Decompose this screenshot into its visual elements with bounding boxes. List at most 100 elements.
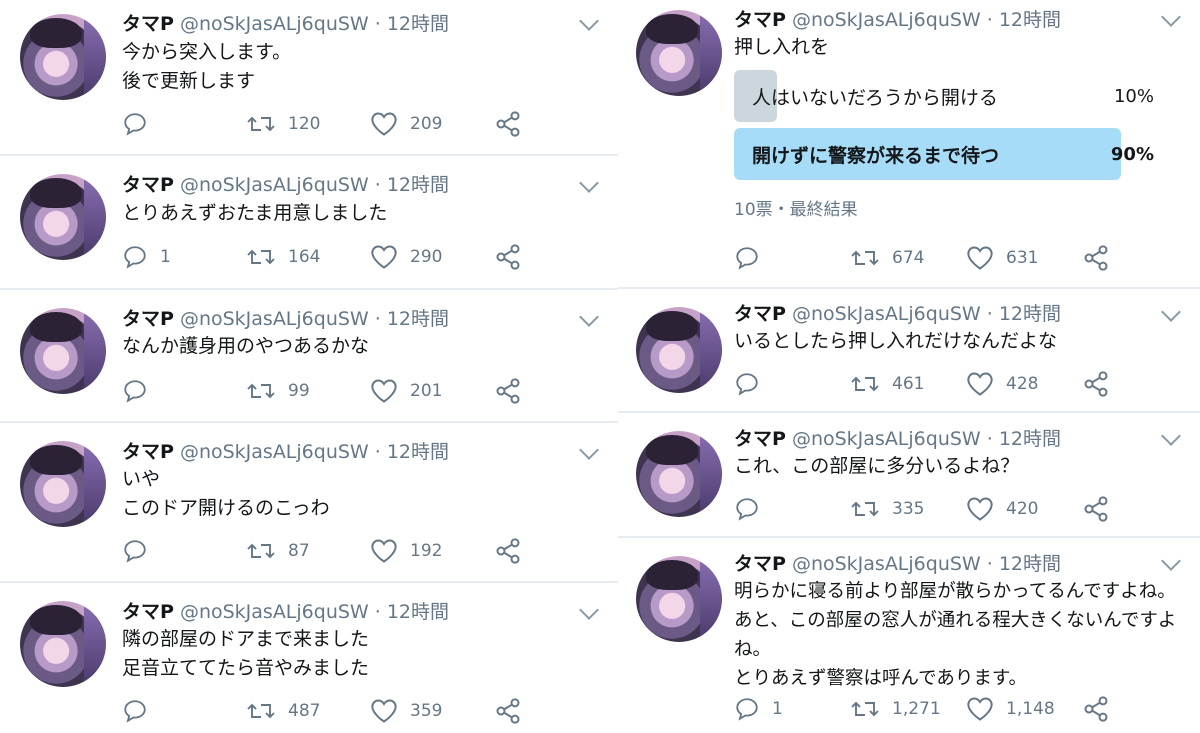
user-handle[interactable]: @noSkJasALj6quSW · 12時間	[792, 303, 1061, 325]
like-button[interactable]: 359	[370, 696, 442, 726]
avatar[interactable]	[20, 601, 106, 687]
user-handle[interactable]: @noSkJasALj6quSW · 12時間	[180, 441, 449, 463]
poll-option[interactable]: 人はいないだろうから開ける 10%	[734, 70, 1164, 122]
avatar[interactable]	[636, 431, 722, 517]
like-button[interactable]: 192	[370, 536, 442, 566]
user-handle[interactable]: @noSkJasALj6quSW · 12時間	[180, 13, 449, 35]
share-button[interactable]	[1082, 243, 1110, 273]
like-button[interactable]: 290	[370, 242, 442, 272]
tweet[interactable]: タマP @noSkJasALj6quSW · 12時間 これ、この部屋に多分いるよ…	[618, 413, 1200, 538]
user-handle[interactable]: @noSkJasALj6quSW · 12時間	[792, 428, 1061, 450]
reply-icon	[734, 496, 760, 522]
share-button[interactable]	[494, 242, 522, 272]
retweet-button[interactable]: 335	[850, 494, 924, 524]
reply-button[interactable]: 1	[122, 242, 171, 272]
heart-icon	[966, 245, 994, 271]
chevron-down-icon[interactable]	[1161, 551, 1181, 571]
tweet-actions: 674 631	[734, 243, 1154, 273]
tweet-text: とりあえずおたま用意しました	[122, 202, 388, 224]
share-button[interactable]	[494, 109, 522, 139]
reply-icon	[122, 538, 148, 564]
user-handle[interactable]: @noSkJasALj6quSW · 12時間	[792, 9, 1061, 31]
retweet-button[interactable]: 120	[246, 109, 320, 139]
reply-button[interactable]	[122, 376, 160, 406]
like-button[interactable]: 1,148	[966, 694, 1055, 724]
chevron-down-icon[interactable]	[579, 307, 599, 327]
avatar[interactable]	[20, 441, 106, 527]
tweet-text: いや このドア開けるのこっわ	[122, 468, 330, 519]
tweet-actions: 99 201	[122, 376, 542, 406]
share-button[interactable]	[1082, 494, 1110, 524]
chevron-down-icon[interactable]	[1161, 426, 1181, 446]
heart-icon	[370, 378, 398, 404]
retweet-icon	[246, 244, 276, 270]
user-name[interactable]: タマP	[122, 441, 174, 463]
retweet-button[interactable]: 99	[246, 376, 310, 406]
tweet-text: いるとしたら押し入れだけなんだよな	[734, 330, 1058, 352]
share-button[interactable]	[494, 696, 522, 726]
like-button[interactable]: 631	[966, 243, 1038, 273]
reply-button[interactable]	[122, 109, 160, 139]
user-handle[interactable]: @noSkJasALj6quSW · 12時間	[180, 601, 449, 623]
user-name[interactable]: タマP	[734, 303, 786, 325]
avatar[interactable]	[636, 307, 722, 393]
avatar[interactable]	[20, 14, 106, 100]
reply-button[interactable]: 1	[734, 694, 783, 724]
heart-icon	[370, 538, 398, 564]
reply-button[interactable]	[734, 243, 772, 273]
user-name[interactable]: タマP	[734, 553, 786, 575]
tweet[interactable]: タマP @noSkJasALj6quSW · 12時間 隣の部屋のドアまで来ました…	[0, 583, 618, 733]
reply-icon	[734, 245, 760, 271]
avatar[interactable]	[636, 556, 722, 642]
share-button[interactable]	[1082, 369, 1110, 399]
retweet-button[interactable]: 487	[246, 696, 320, 726]
retweet-button[interactable]: 1,271	[850, 694, 941, 724]
reply-icon	[122, 698, 148, 724]
user-name[interactable]: タマP	[734, 9, 786, 31]
user-name[interactable]: タマP	[122, 308, 174, 330]
tweet[interactable]: タマP @noSkJasALj6quSW · 12時間 いるとしたら押し入れだけな…	[618, 289, 1200, 413]
tweet[interactable]: タマP @noSkJasALj6quSW · 12時間 いや このドア開けるのこっ…	[0, 423, 618, 583]
chevron-down-icon[interactable]	[579, 173, 599, 193]
user-handle[interactable]: @noSkJasALj6quSW · 12時間	[180, 174, 449, 196]
chevron-down-icon[interactable]	[579, 11, 599, 31]
reply-button[interactable]	[734, 369, 772, 399]
reply-button[interactable]	[122, 696, 160, 726]
share-button[interactable]	[494, 536, 522, 566]
tweet-header: タマP @noSkJasALj6quSW · 12時間	[734, 302, 1061, 326]
tweet[interactable]: タマP @noSkJasALj6quSW · 12時間 明らかに寝る前より部屋が散…	[618, 538, 1200, 733]
retweet-button[interactable]: 674	[850, 243, 924, 273]
user-handle[interactable]: @noSkJasALj6quSW · 12時間	[180, 308, 449, 330]
share-button[interactable]	[1082, 694, 1110, 724]
chevron-down-icon[interactable]	[1161, 302, 1181, 322]
poll-option-winner[interactable]: 開けずに警察が来るまで待つ 90%	[734, 128, 1164, 180]
user-name[interactable]: タマP	[122, 174, 174, 196]
reply-icon	[122, 244, 148, 270]
retweet-icon	[246, 111, 276, 137]
retweet-button[interactable]: 164	[246, 242, 320, 272]
user-name[interactable]: タマP	[734, 428, 786, 450]
user-handle[interactable]: @noSkJasALj6quSW · 12時間	[792, 553, 1061, 575]
avatar[interactable]	[20, 174, 106, 260]
tweet[interactable]: タマP @noSkJasALj6quSW · 12時間 なんか護身用のやつあるかな…	[0, 290, 618, 423]
user-name[interactable]: タマP	[122, 13, 174, 35]
avatar[interactable]	[636, 10, 722, 96]
tweet[interactable]: タマP @noSkJasALj6quSW · 12時間 とりあえずおたま用意しまし…	[0, 156, 618, 290]
chevron-down-icon[interactable]	[1161, 7, 1181, 27]
heart-icon	[966, 496, 994, 522]
share-button[interactable]	[494, 376, 522, 406]
chevron-down-icon[interactable]	[579, 600, 599, 620]
chevron-down-icon[interactable]	[579, 440, 599, 460]
like-button[interactable]: 428	[966, 369, 1038, 399]
reply-button[interactable]	[734, 494, 772, 524]
like-button[interactable]: 209	[370, 109, 442, 139]
reply-button[interactable]	[122, 536, 160, 566]
user-name[interactable]: タマP	[122, 601, 174, 623]
like-button[interactable]: 420	[966, 494, 1038, 524]
tweet[interactable]: タマP @noSkJasALj6quSW · 12時間 今から突入します。 後で更…	[0, 0, 618, 156]
tweet[interactable]: タマP @noSkJasALj6quSW · 12時間 押し入れを 人はいないだろ…	[618, 0, 1200, 289]
avatar[interactable]	[20, 308, 106, 394]
retweet-button[interactable]: 461	[850, 369, 924, 399]
like-button[interactable]: 201	[370, 376, 442, 406]
retweet-button[interactable]: 87	[246, 536, 310, 566]
